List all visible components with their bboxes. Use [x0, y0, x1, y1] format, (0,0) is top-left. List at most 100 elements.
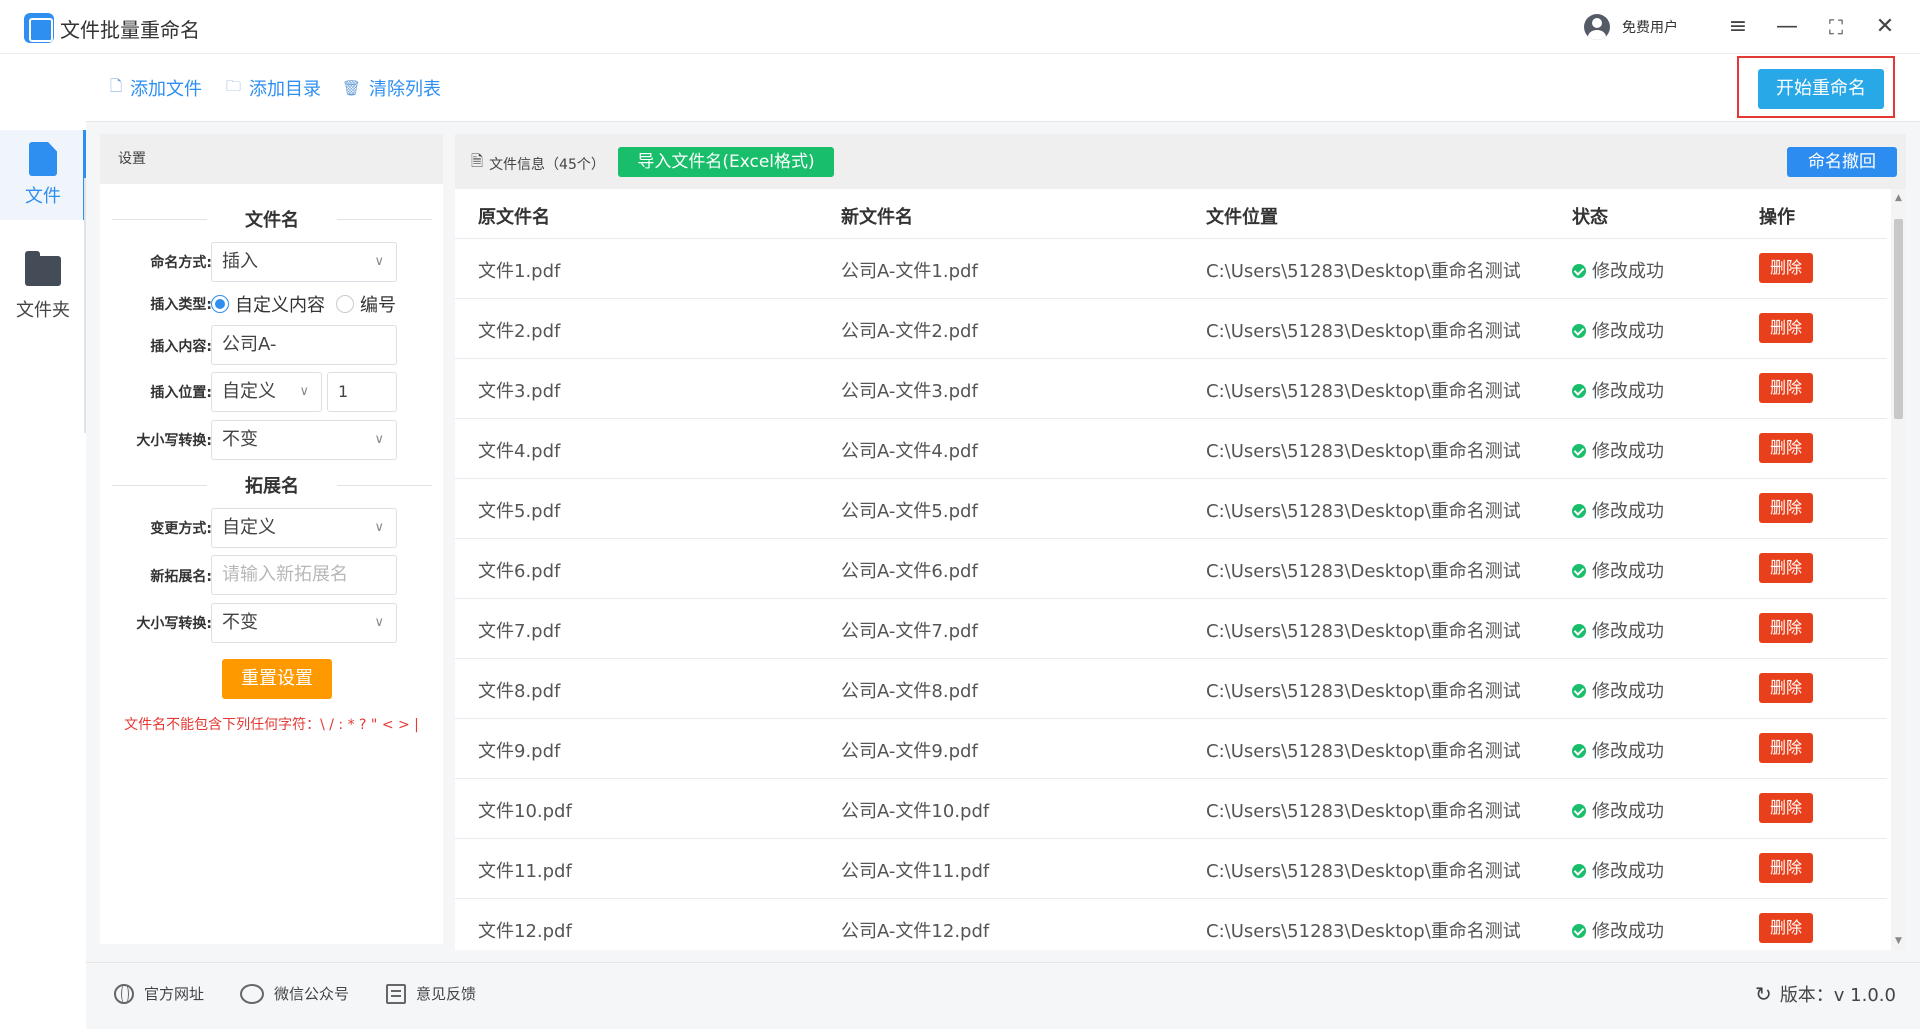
menu-icon[interactable]: ≡ [1721, 10, 1755, 44]
delete-button[interactable]: 删除 [1759, 313, 1813, 343]
close-icon[interactable]: ✕ [1868, 10, 1902, 44]
maximize-icon[interactable]: ⛶ [1819, 10, 1853, 44]
success-check-icon [1572, 324, 1586, 338]
chevron-down-icon: ∨ [374, 254, 384, 269]
file-info: 🗎 文件信息（45个） [471, 151, 605, 176]
cell-status: 修改成功 [1572, 857, 1664, 883]
cell-original-name: 文件4.pdf [478, 441, 561, 462]
delete-button[interactable]: 删除 [1759, 613, 1813, 643]
cell-location: C:\Users\51283\Desktop\重命名测试 [1206, 741, 1521, 762]
official-website-label: 官方网址 [144, 985, 205, 1003]
delete-button[interactable]: 删除 [1759, 373, 1813, 403]
delete-button[interactable]: 删除 [1759, 493, 1813, 523]
column-new-name: 新文件名 [841, 207, 913, 228]
version-info[interactable]: ↻ 版本：v 1.0.0 [1755, 981, 1896, 1007]
chevron-down-icon: ∨ [299, 384, 309, 399]
clear-list-button[interactable]: 🗑 清除列表 [342, 74, 441, 102]
new-ext-label: 新拓展名: [150, 569, 212, 585]
official-website-link[interactable]: 官方网址 [114, 983, 204, 1004]
nav-item-file[interactable]: 文件 [0, 130, 86, 220]
undo-rename-button[interactable]: 命名撤回 [1787, 147, 1897, 177]
insert-type-radio-number[interactable]: 编号 [336, 291, 396, 317]
table-row[interactable]: 文件11.pdf 公司A-文件11.pdf C:\Users\51283\Deskt… [455, 839, 1887, 899]
success-check-icon [1572, 624, 1586, 638]
cell-status: 修改成功 [1572, 917, 1664, 943]
cell-new-name: 公司A-文件5.pdf [841, 501, 978, 522]
insert-type-radio-custom[interactable]: 自定义内容 [211, 291, 325, 317]
status-text: 修改成功 [1592, 621, 1664, 642]
add-directory-button[interactable]: 🗀 添加目录 [226, 74, 321, 102]
scroll-thumb[interactable] [1894, 219, 1903, 419]
wechat-link[interactable]: 微信公众号 [240, 983, 349, 1004]
table-row[interactable]: 文件12.pdf 公司A-文件12.pdf C:\Users\51283\Deskt… [455, 899, 1887, 945]
table-row[interactable]: 文件9.pdf 公司A-文件9.pdf C:\Users\51283\Desktop… [455, 719, 1887, 779]
delete-button[interactable]: 删除 [1759, 433, 1813, 463]
start-rename-button[interactable]: 开始重命名 [1758, 69, 1884, 109]
section-title-extension: 拓展名 [112, 472, 432, 498]
minimize-icon[interactable]: — [1770, 10, 1804, 44]
scroll-down-icon[interactable]: ▼ [1891, 934, 1906, 948]
globe-icon [114, 983, 134, 1004]
success-check-icon [1572, 924, 1586, 938]
table-row[interactable]: 文件6.pdf 公司A-文件6.pdf C:\Users\51283\Desktop… [455, 539, 1887, 599]
cell-new-name: 公司A-文件1.pdf [841, 261, 978, 282]
user-avatar-icon [1584, 14, 1610, 40]
table-scrollbar[interactable]: ▲ ▼ [1891, 189, 1906, 950]
delete-button[interactable]: 删除 [1759, 553, 1813, 583]
nav-divider [84, 178, 86, 433]
cell-new-name: 公司A-文件8.pdf [841, 681, 978, 702]
case-conversion-label: 大小写转换: [136, 433, 212, 449]
nav-item-folder[interactable]: 文件夹 [0, 244, 86, 334]
table-row[interactable]: 文件1.pdf 公司A-文件1.pdf C:\Users\51283\Desktop… [455, 239, 1887, 299]
status-text: 修改成功 [1592, 501, 1664, 522]
section-title-filename: 文件名 [112, 206, 432, 232]
delete-button[interactable]: 删除 [1759, 673, 1813, 703]
delete-button[interactable]: 删除 [1759, 733, 1813, 763]
delete-button[interactable]: 删除 [1759, 853, 1813, 883]
table-row[interactable]: 文件8.pdf 公司A-文件8.pdf C:\Users\51283\Desktop… [455, 659, 1887, 719]
naming-mode-select[interactable]: 插入 ∨ [211, 242, 397, 282]
chevron-down-icon: ∨ [374, 615, 384, 630]
cell-location: C:\Users\51283\Desktop\重命名测试 [1206, 381, 1521, 402]
feedback-link[interactable]: 意见反馈 [386, 983, 476, 1004]
insert-position-select[interactable]: 自定义 ∨ [211, 372, 322, 412]
add-directory-label: 添加目录 [249, 79, 322, 100]
files-panel: 🗎 文件信息（45个） 导入文件名(Excel格式) 命名撤回 原文件名 新文件… [455, 134, 1906, 950]
cell-new-name: 公司A-文件11.pdf [841, 861, 990, 882]
success-check-icon [1572, 804, 1586, 818]
cell-new-name: 公司A-文件7.pdf [841, 621, 978, 642]
reset-settings-button[interactable]: 重置设置 [222, 659, 332, 699]
table-row[interactable]: 文件5.pdf 公司A-文件5.pdf C:\Users\51283\Desktop… [455, 479, 1887, 539]
import-excel-button[interactable]: 导入文件名(Excel格式) [618, 147, 834, 177]
user-account[interactable]: 免费用户 [1584, 14, 1678, 40]
insert-content-input[interactable]: 公司A- [211, 325, 397, 365]
delete-button[interactable]: 删除 [1759, 913, 1813, 943]
table-row[interactable]: 文件3.pdf 公司A-文件3.pdf C:\Users\51283\Desktop… [455, 359, 1887, 419]
cell-original-name: 文件12.pdf [478, 921, 572, 942]
add-file-button[interactable]: 🗋 添加文件 [110, 74, 202, 102]
delete-button[interactable]: 删除 [1759, 253, 1813, 283]
radio-unchecked-icon [336, 295, 354, 313]
insert-position-label: 插入位置: [150, 385, 212, 401]
case-conversion-select[interactable]: 不变 ∨ [211, 420, 397, 460]
table-row[interactable]: 文件2.pdf 公司A-文件2.pdf C:\Users\51283\Desktop… [455, 299, 1887, 359]
cell-original-name: 文件10.pdf [478, 801, 572, 822]
table-row[interactable]: 文件7.pdf 公司A-文件7.pdf C:\Users\51283\Desktop… [455, 599, 1887, 659]
new-ext-input[interactable]: 请输入新拓展名 [211, 555, 397, 595]
table-row[interactable]: 文件10.pdf 公司A-文件10.pdf C:\Users\51283\Deskt… [455, 779, 1887, 839]
insert-position-value: 自定义 [222, 381, 276, 402]
app-logo-icon [24, 13, 54, 43]
user-name-label: 免费用户 [1622, 20, 1678, 36]
case-conversion-value: 不变 [222, 429, 258, 450]
success-check-icon [1572, 744, 1586, 758]
insert-position-index-input[interactable]: 1 [327, 372, 397, 412]
cell-status: 修改成功 [1572, 437, 1664, 463]
success-check-icon [1572, 444, 1586, 458]
ext-mode-select[interactable]: 自定义 ∨ [211, 508, 397, 548]
feedback-icon [386, 983, 406, 1004]
scroll-up-icon[interactable]: ▲ [1891, 191, 1906, 205]
table-row[interactable]: 文件4.pdf 公司A-文件4.pdf C:\Users\51283\Desktop… [455, 419, 1887, 479]
ext-case-conversion-select[interactable]: 不变 ∨ [211, 603, 397, 643]
status-text: 修改成功 [1592, 381, 1664, 402]
delete-button[interactable]: 删除 [1759, 793, 1813, 823]
